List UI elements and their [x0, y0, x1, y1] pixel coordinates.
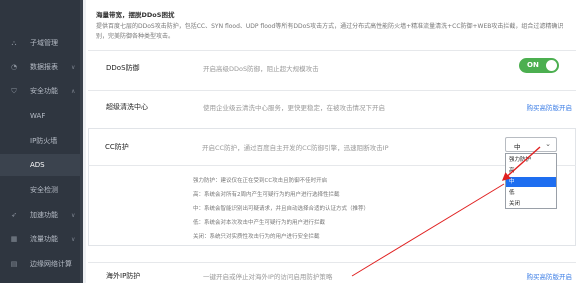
divider [88, 165, 576, 166]
sidebar-item-waf[interactable]: WAF [0, 105, 83, 127]
overseas-row: 海外IP防护 一键开启或停止对海外IP的访问启用防护策略 购买高防版开启 [88, 262, 576, 283]
main-content: 海量带宽，摆脱DDoS困扰 提供百度七层的DDoS攻击防护，包括CC、SYN f… [86, 0, 576, 283]
sidebar-item-label: 安全检测 [30, 186, 58, 194]
toggle-label: ON [527, 61, 539, 69]
cc-option-line: 中：系统会智能识别出可疑请求，并且自动选择合适的认证方式（推荐） [193, 206, 370, 212]
chevron-down-icon: ∨ [71, 235, 76, 243]
dropdown-option-high[interactable]: 高 [506, 166, 556, 176]
cc-option-line: 高：系统会对所有2周内产生可疑行为的用户进行选择性拦截 [193, 192, 340, 198]
rocket-icon: ➶ [11, 211, 17, 219]
sidebar-item-security[interactable]: ⛉ 安全功能 ∧ [0, 80, 83, 102]
dropdown-option-strong[interactable]: 强力防护 [506, 155, 556, 165]
sidebar-item-security-check[interactable]: 安全检测 [0, 179, 83, 201]
cc-level-dropdown: 强力防护 高 中 低 关闭 [505, 153, 557, 209]
sidebar-item-acceleration[interactable]: ➶ 加速功能 ∨ [0, 204, 83, 226]
sidebar-item-label: 数据报表 [30, 63, 58, 71]
cc-name: CC防护 [105, 143, 129, 151]
cc-option-line: 低：系统会对本次攻击中产生可疑行为的用户进行拦截 [193, 220, 326, 226]
notice-description: 提供百度七层的DDoS攻击防护，包括CC、SYN flood、UDP flood… [96, 23, 564, 40]
sidebar-item-reports[interactable]: ◔ 数据报表 ∨ [0, 56, 83, 78]
cc-option-line: 强力防护：建议仅在正在受到CC攻击且防御不佳时开启 [193, 178, 328, 184]
sidebar-scrollbar[interactable] [80, 0, 83, 283]
ddos-name: DDoS防御 [106, 64, 140, 72]
sidebar-item-label: 边缘网络计算 [30, 260, 72, 268]
shield-icon: ⛉ [11, 87, 17, 95]
sidebar-item-label: 加速功能 [30, 211, 58, 219]
chevron-down-icon: ∨ [71, 211, 76, 219]
dropdown-option-off[interactable]: 关闭 [506, 199, 556, 209]
ddos-toggle[interactable]: ON [519, 58, 559, 73]
dropdown-option-low[interactable]: 低 [506, 188, 556, 198]
server-icon: ▤ [10, 260, 18, 268]
sidebar-item-label: 安全功能 [30, 87, 58, 95]
toggle-knob [546, 60, 557, 71]
cc-protection-panel: CC防护 开启CC防护，通过百度自主开发的CC防御引擎，迅速阻断攻击IP [88, 128, 576, 246]
overseas-name: 海外IP防护 [106, 272, 141, 280]
chart-icon: ◔ [10, 63, 18, 71]
cc-level-select[interactable]: 中 ⌄ [505, 137, 557, 152]
sidebar-item-label: IP防火墙 [30, 137, 58, 145]
notice-title: 海量带宽，摆脱DDoS困扰 [96, 11, 175, 19]
sidebar-item-label: 子域管理 [30, 39, 58, 47]
select-value: 中 [514, 143, 521, 151]
ddos-description: 开启高级DDoS防御，阻止超大规模攻击 [203, 65, 319, 73]
chevron-down-icon: ⌄ [545, 140, 551, 148]
grid-icon: ▦ [10, 235, 18, 243]
sidebar: ⛬ 子域管理 ◔ 数据报表 ∨ ⛉ 安全功能 ∧ WAF IP防火墙 ADS 安… [0, 0, 83, 283]
buy-pro-link[interactable]: 购买高防版开启 [527, 102, 573, 112]
cc-description: 开启CC防护，通过百度自主开发的CC防御引擎，迅速阻断攻击IP [202, 144, 389, 152]
cc-option-line: 关闭：系统只对实质性攻击行为的用户进行安全拦截 [193, 234, 320, 240]
sidebar-item-label: WAF [30, 112, 46, 120]
sidebar-item-ads[interactable]: ADS [0, 154, 83, 176]
overseas-description: 一键开启或停止对海外IP的访问启用防护策略 [203, 273, 333, 281]
sidebar-item-subdomain[interactable]: ⛬ 子域管理 [0, 32, 83, 54]
sidebar-item-traffic[interactable]: ▦ 流量功能 ∨ [0, 228, 83, 250]
buy-pro-link[interactable]: 购买高防版开启 [527, 271, 573, 281]
sidebar-item-edge-computing[interactable]: ▤ 边缘网络计算 [0, 253, 83, 275]
ddos-row: DDoS防御 开启高级DDoS防御，阻止超大规模攻击 [88, 50, 576, 80]
app-window: ⛬ 子域管理 ◔ 数据报表 ∨ ⛉ 安全功能 ∧ WAF IP防火墙 ADS 安… [0, 0, 576, 283]
sidebar-item-ip-firewall[interactable]: IP防火墙 [0, 130, 83, 152]
clean-center-row: 超级清洗中心 使用企业级云清洗中心服务，更快更稳定，在被攻击情况下开启 购买高防… [88, 90, 576, 120]
clean-center-description: 使用企业级云清洗中心服务，更快更稳定，在被攻击情况下开启 [203, 104, 385, 112]
clean-center-name: 超级清洗中心 [106, 103, 148, 111]
chevron-up-icon: ∧ [71, 87, 76, 95]
sidebar-item-label: 流量功能 [30, 235, 58, 243]
sitemap-icon: ⛬ [11, 39, 17, 47]
sidebar-item-label: ADS [30, 161, 45, 169]
dropdown-option-medium[interactable]: 中 [506, 177, 556, 187]
chevron-down-icon: ∨ [71, 63, 76, 71]
